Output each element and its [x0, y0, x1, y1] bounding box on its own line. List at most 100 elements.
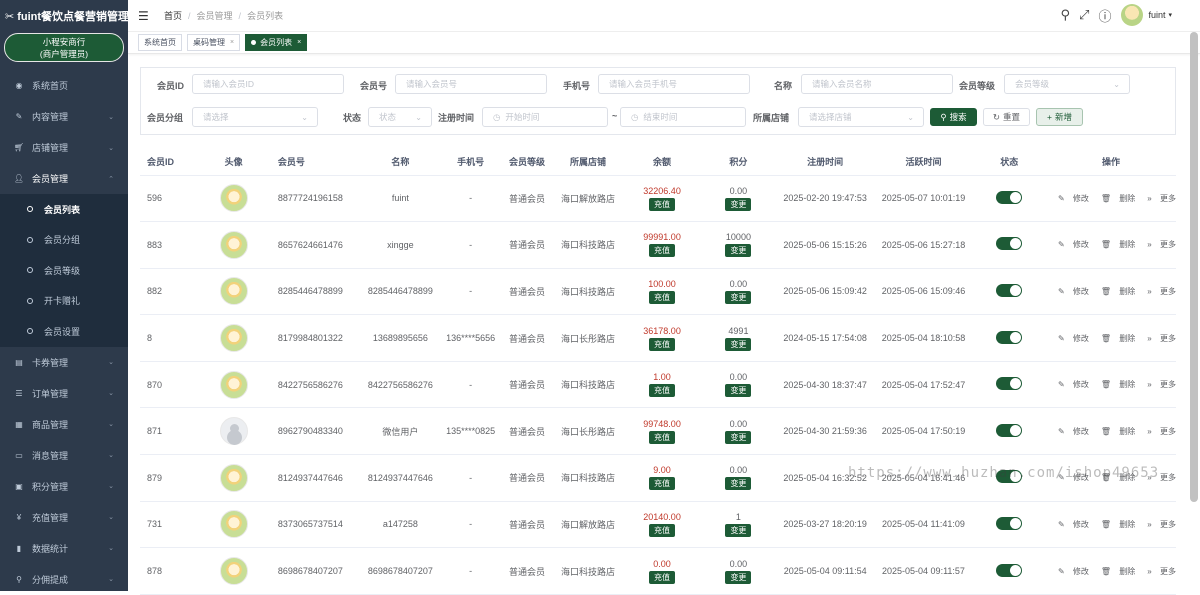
- close-icon[interactable]: ×: [230, 39, 234, 46]
- tab-table-code[interactable]: 桌码管理 ×: [187, 34, 241, 51]
- status-toggle[interactable]: [996, 190, 1023, 204]
- member-no-input[interactable]: 请输入会员号: [395, 74, 547, 94]
- sidebar-item-stats[interactable]: ▮ 数据统计 ⌄: [0, 533, 128, 564]
- recharge-button[interactable]: 充值: [649, 570, 676, 584]
- reset-button[interactable]: ↻ 重置: [983, 108, 1030, 126]
- name-input[interactable]: 请输入会员名称: [801, 74, 953, 94]
- more-link[interactable]: » 更多: [1141, 427, 1176, 436]
- close-icon[interactable]: ×: [297, 39, 301, 46]
- change-points-button[interactable]: 变更: [725, 523, 752, 537]
- more-link[interactable]: » 更多: [1141, 520, 1176, 529]
- search-button[interactable]: ⚲ 搜索: [930, 108, 977, 126]
- sidebar-item-commission[interactable]: ⚲ 分佣提成 ⌄: [0, 564, 128, 595]
- sidebar-item-order[interactable]: ☰ 订单管理 ⌄: [0, 378, 128, 409]
- sidebar-item-message[interactable]: ▭ 消息管理 ⌄: [0, 440, 128, 471]
- more-link[interactable]: » 更多: [1141, 334, 1176, 343]
- recharge-button[interactable]: 充值: [649, 197, 676, 211]
- status-toggle[interactable]: [996, 563, 1023, 577]
- end-date-input[interactable]: ◷ 结束时间: [620, 107, 746, 127]
- mobile-input[interactable]: 请输入会员手机号: [598, 74, 750, 94]
- edit-link[interactable]: ✎ 修改: [1052, 520, 1089, 529]
- sidebar-item-member[interactable]: 👤︎ 会员管理 ⌃: [0, 163, 128, 194]
- recharge-button[interactable]: 充值: [649, 384, 676, 398]
- add-button[interactable]: + 新增: [1036, 108, 1083, 126]
- user-name[interactable]: fuint: [1148, 10, 1165, 20]
- hamburger-icon[interactable]: ☰: [138, 9, 152, 23]
- sidebar-item-store[interactable]: 🛒︎ 店铺管理 ⌄: [0, 132, 128, 163]
- app-logo[interactable]: ✂ fuint餐饮点餐营销管理...: [0, 0, 128, 32]
- edit-link[interactable]: ✎ 修改: [1052, 427, 1089, 436]
- sidebar-item-member-group[interactable]: 会员分组: [0, 225, 128, 256]
- more-link[interactable]: » 更多: [1141, 287, 1176, 296]
- more-link[interactable]: » 更多: [1141, 473, 1176, 482]
- sidebar-item-member-grade[interactable]: 会员等级: [0, 255, 128, 286]
- sidebar-item-content[interactable]: ✎ 内容管理 ⌄: [0, 101, 128, 132]
- tab-member-list[interactable]: 会员列表 ×: [245, 34, 308, 51]
- sidebar-item-home[interactable]: ◉ 系统首页: [0, 70, 128, 101]
- breadcrumb-home[interactable]: 首页: [164, 11, 182, 21]
- recharge-button[interactable]: 充值: [649, 430, 676, 444]
- edit-link[interactable]: ✎ 修改: [1052, 194, 1089, 203]
- delete-link[interactable]: 🗑︎ 删除: [1095, 287, 1135, 296]
- delete-link[interactable]: 🗑︎ 删除: [1095, 240, 1135, 249]
- change-points-button[interactable]: 变更: [725, 337, 752, 351]
- edit-link[interactable]: ✎ 修改: [1052, 287, 1089, 296]
- status-toggle[interactable]: [996, 283, 1023, 297]
- delete-link[interactable]: 🗑︎ 删除: [1095, 427, 1135, 436]
- recharge-button[interactable]: 充值: [649, 477, 676, 491]
- caret-down-icon[interactable]: ▾: [1168, 11, 1172, 19]
- status-toggle[interactable]: [996, 423, 1023, 437]
- delete-link[interactable]: 🗑︎ 删除: [1095, 473, 1135, 482]
- status-toggle[interactable]: [996, 470, 1023, 484]
- sidebar-item-member-settings[interactable]: 会员设置: [0, 316, 128, 347]
- delete-link[interactable]: 🗑︎ 删除: [1095, 567, 1135, 576]
- more-link[interactable]: » 更多: [1141, 194, 1176, 203]
- member-id-input[interactable]: 请输入会员ID: [192, 74, 344, 94]
- change-points-button[interactable]: 变更: [725, 430, 752, 444]
- more-link[interactable]: » 更多: [1141, 380, 1176, 389]
- sidebar-item-recharge[interactable]: ¥ 充值管理 ⌄: [0, 502, 128, 533]
- recharge-button[interactable]: 充值: [649, 337, 676, 351]
- sidebar-item-goods[interactable]: ▦ 商品管理 ⌄: [0, 409, 128, 440]
- recharge-button[interactable]: 充值: [649, 290, 676, 304]
- user-avatar[interactable]: [1121, 4, 1144, 26]
- grade-select[interactable]: 会员等级 ⌄: [1004, 74, 1130, 94]
- edit-link[interactable]: ✎ 修改: [1052, 567, 1089, 576]
- delete-link[interactable]: 🗑︎ 删除: [1095, 334, 1135, 343]
- status-toggle[interactable]: [996, 377, 1023, 391]
- change-points-button[interactable]: 变更: [725, 570, 752, 584]
- scrollbar[interactable]: [1190, 32, 1198, 502]
- change-points-button[interactable]: 变更: [725, 384, 752, 398]
- change-points-button[interactable]: 变更: [725, 197, 752, 211]
- sidebar-item-coupon[interactable]: ▤ 卡券管理 ⌄: [0, 347, 128, 378]
- status-toggle[interactable]: [996, 237, 1023, 251]
- edit-link[interactable]: ✎ 修改: [1052, 240, 1089, 249]
- store-select[interactable]: 请选择店铺 ⌄: [798, 107, 924, 127]
- edit-link[interactable]: ✎ 修改: [1052, 473, 1089, 482]
- status-select[interactable]: 状态 ⌄: [368, 107, 432, 127]
- group-select[interactable]: 请选择 ⌄: [192, 107, 318, 127]
- delete-link[interactable]: 🗑︎ 删除: [1095, 194, 1135, 203]
- help-icon[interactable]: ⓘ: [1098, 6, 1111, 25]
- more-link[interactable]: » 更多: [1141, 240, 1176, 249]
- status-toggle[interactable]: [996, 330, 1023, 344]
- delete-link[interactable]: 🗑︎ 删除: [1095, 520, 1135, 529]
- start-date-input[interactable]: ◷ 开始时间: [482, 107, 608, 127]
- recharge-button[interactable]: 充值: [649, 523, 676, 537]
- search-icon[interactable]: ⚲: [1061, 7, 1071, 23]
- status-toggle[interactable]: [996, 516, 1023, 530]
- edit-link[interactable]: ✎ 修改: [1052, 334, 1089, 343]
- tab-home[interactable]: 系统首页: [138, 34, 182, 51]
- change-points-button[interactable]: 变更: [725, 477, 752, 491]
- edit-link[interactable]: ✎ 修改: [1052, 380, 1089, 389]
- change-points-button[interactable]: 变更: [725, 244, 752, 258]
- more-link[interactable]: » 更多: [1141, 567, 1176, 576]
- fullscreen-icon[interactable]: ⤢: [1079, 7, 1089, 23]
- shop-switcher[interactable]: 小程安商行 (商户管理员): [4, 33, 124, 62]
- change-points-button[interactable]: 变更: [725, 290, 752, 304]
- delete-link[interactable]: 🗑︎ 删除: [1095, 380, 1135, 389]
- sidebar-item-open-gift[interactable]: 开卡赠礼: [0, 286, 128, 317]
- sidebar-item-member-list[interactable]: 会员列表: [0, 194, 128, 225]
- recharge-button[interactable]: 充值: [649, 244, 676, 258]
- sidebar-item-points[interactable]: ▣ 积分管理 ⌄: [0, 471, 128, 502]
